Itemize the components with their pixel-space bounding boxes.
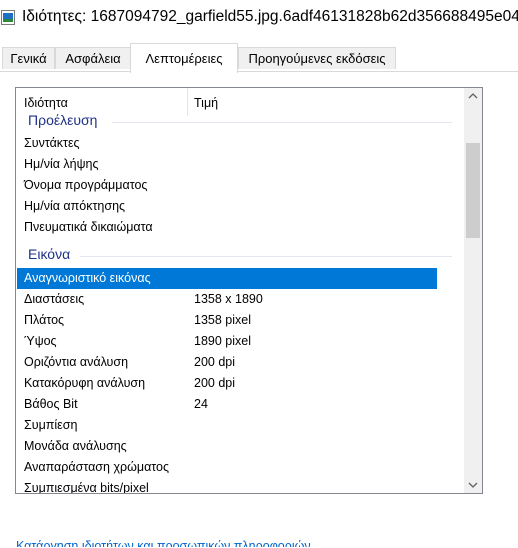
list-item[interactable]: Βάθος Bit 24	[16, 394, 464, 415]
property-value: 1358 pixel	[194, 313, 251, 327]
list-item[interactable]: Οριζόντια ανάλυση 200 dpi	[16, 352, 464, 373]
property-name: Συμπίεση	[24, 418, 78, 432]
tab-security[interactable]: Ασφάλεια	[55, 47, 131, 69]
scroll-up-icon[interactable]	[464, 88, 482, 105]
property-value: 1890 pixel	[194, 334, 251, 348]
property-name: Βάθος Bit	[24, 397, 78, 411]
list-item[interactable]: Διαστάσεις 1358 x 1890	[16, 289, 464, 310]
list-item[interactable]: Ημ/νία λήψης	[16, 154, 464, 175]
property-value: 1358 x 1890	[194, 292, 263, 306]
remove-properties-link-text[interactable]: Κατάργηση ιδιοτήτων και προσωπικών πληρο…	[16, 539, 311, 547]
list-item[interactable]: Πλάτος 1358 pixel	[16, 310, 464, 331]
list-item[interactable]: Κατακόρυφη ανάλυση 200 dpi	[16, 373, 464, 394]
group-label: Προέλευση	[28, 112, 98, 128]
property-name: Ημ/νία λήψης	[24, 157, 99, 171]
scrollbar-thumb[interactable]	[466, 143, 480, 238]
tab-details[interactable]: Λεπτομέρειες	[130, 43, 238, 73]
group-divider	[112, 122, 452, 123]
property-value: 200 dpi	[194, 355, 236, 369]
property-name: Διαστάσεις	[24, 292, 85, 306]
list-item[interactable]: Συμπίεση	[16, 415, 464, 436]
property-value: 200 dpi	[194, 376, 236, 390]
list-item[interactable]: Ύψος 1890 pixel	[16, 331, 464, 352]
list-item[interactable]: Συντάκτες	[16, 133, 464, 154]
tab-previous-versions[interactable]: Προηγούμενες εκδόσεις	[238, 47, 396, 69]
list-item[interactable]: Συμπιεσμένα bits/pixel	[16, 478, 464, 494]
list-item[interactable]: Μονάδα ανάλυσης	[16, 436, 464, 457]
property-name: Μονάδα ανάλυσης	[24, 439, 127, 453]
property-name: Κατακόρυφη ανάλυση	[24, 376, 146, 390]
property-name: Συμπιεσμένα bits/pixel	[24, 481, 149, 494]
property-name: Πνευματικά δικαιώματα	[24, 220, 153, 234]
list-item-selected[interactable]: Αναγνωριστικό εικόνας	[17, 268, 437, 289]
remove-properties-link[interactable]: Κατάργηση ιδιοτήτων και προσωπικών πληρο…	[16, 533, 336, 547]
property-name: Οριζόντια ανάλυση	[24, 355, 129, 369]
group-label: Εικόνα	[28, 246, 71, 262]
list-item[interactable]: Ημ/νία απόκτησης	[16, 196, 464, 217]
property-name: Συντάκτες	[24, 136, 80, 150]
image-file-icon	[1, 10, 15, 25]
property-name: Όνομα προγράμματος	[24, 178, 148, 192]
property-name: Ύψος	[24, 334, 57, 348]
property-name: Αναπαράσταση χρώματος	[24, 460, 170, 474]
property-name: Αναγνωριστικό εικόνας	[24, 271, 151, 285]
property-name: Πλάτος	[24, 313, 65, 327]
tab-strip: Γενικά Ασφάλεια Λεπτομέρειες Προηγούμενε…	[0, 40, 518, 73]
column-header-value[interactable]: Τιμή	[194, 96, 218, 110]
column-header-property[interactable]: Ιδιότητα	[24, 96, 68, 110]
property-name: Ημ/νία απόκτησης	[24, 199, 126, 213]
window-title: Ιδιότητες: 1687094792_garfield55.jpg.6ad…	[22, 8, 518, 25]
group-image: Εικόνα	[16, 246, 464, 266]
title-bar: Ιδιότητες: 1687094792_garfield55.jpg.6ad…	[0, 0, 518, 36]
vertical-scrollbar[interactable]	[464, 88, 482, 493]
group-divider	[80, 256, 452, 257]
scroll-down-icon[interactable]	[464, 476, 482, 493]
list-item[interactable]: Αναπαράσταση χρώματος	[16, 457, 464, 478]
properties-list[interactable]: Ιδιότητα Τιμή Προέλευση Συντάκτες Ημ/νία…	[15, 87, 483, 494]
tab-general[interactable]: Γενικά	[2, 47, 55, 69]
list-item[interactable]: Πνευματικά δικαιώματα	[16, 217, 464, 238]
list-item[interactable]: Όνομα προγράμματος	[16, 175, 464, 196]
details-panel: Ιδιότητα Τιμή Προέλευση Συντάκτες Ημ/νία…	[0, 71, 518, 548]
group-origin: Προέλευση	[16, 112, 464, 132]
property-value: 24	[194, 397, 208, 411]
